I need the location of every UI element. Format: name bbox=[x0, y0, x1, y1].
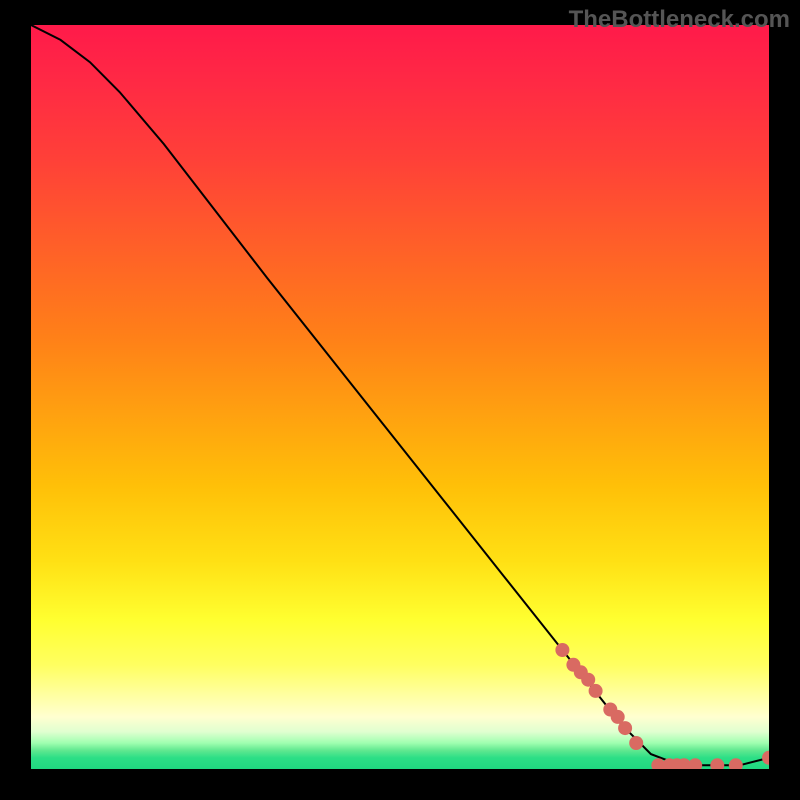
data-marker bbox=[729, 758, 743, 769]
data-markers bbox=[555, 643, 769, 769]
data-marker bbox=[555, 643, 569, 657]
watermark-text: TheBottleneck.com bbox=[569, 6, 790, 34]
bottleneck-curve bbox=[31, 25, 769, 765]
plot-area bbox=[31, 25, 769, 769]
data-marker bbox=[629, 736, 643, 750]
data-marker bbox=[762, 751, 769, 765]
data-marker bbox=[589, 684, 603, 698]
data-marker bbox=[688, 758, 702, 769]
chart-svg bbox=[31, 25, 769, 769]
data-marker bbox=[710, 758, 724, 769]
data-marker bbox=[618, 721, 632, 735]
